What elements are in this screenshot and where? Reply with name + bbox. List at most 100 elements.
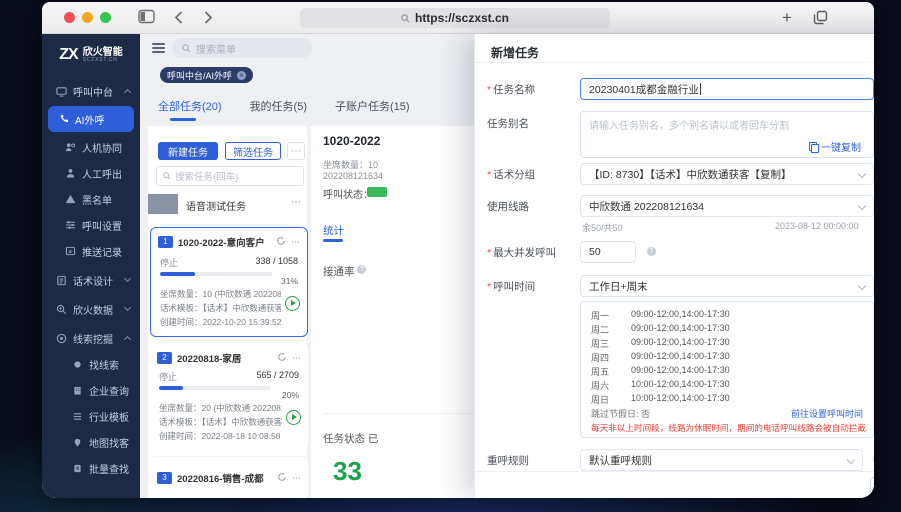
script-group-select[interactable]: 【ID: 8730】【话术】中欣数通获客【复制】 [580,163,874,185]
sidebar-item-label: 人工呼出 [82,169,122,181]
tab-subaccount-tasks[interactable]: 子账户任务(15) [335,98,410,114]
progress-bar [159,386,271,390]
sidebar-item-find-leads[interactable]: 找线索 [42,351,140,377]
line-value: 中欣数通 202208121634 [589,200,704,213]
task-script-line: 话术模板：【话术】中欣数通获客... [160,303,281,313]
recall-rule-select[interactable]: 默认重呼规则 [580,449,863,471]
building-icon [72,385,83,396]
traffic-light-zoom-icon[interactable] [100,12,111,23]
sidebar-group-lead-mining[interactable]: 线索挖掘 [42,325,140,351]
alias-placeholder: 请输入任务别名，多个别名请以或者回车分割 [589,121,789,132]
more-icon[interactable]: ⋯ [291,237,300,248]
script-group-value: 【ID: 8730】【话术】中欣数通获客【复制】 [589,168,792,181]
forward-icon[interactable] [204,11,213,29]
sidebar-item-ai-outbound[interactable]: AI外呼 [48,106,134,132]
refresh-icon[interactable] [277,352,287,364]
breadcrumb-tag[interactable]: 呼叫中台/AI外呼 × [160,67,254,83]
refresh-icon[interactable] [277,472,287,484]
address-bar[interactable]: https://sczxst.cn [300,8,610,28]
refresh-icon[interactable] [276,236,286,248]
task-search-input[interactable]: 搜索任务(回车) [156,166,304,186]
schedule-row: 周五 09:00-12:00,14:00-17:30 [591,365,730,377]
connect-rate-label: 接通率 ? [323,264,367,279]
info-icon[interactable]: ? [873,455,874,464]
more-icon[interactable]: ⋯ [292,473,301,484]
tab-my-tasks[interactable]: 我的任务(5) [250,98,307,114]
progress-percent: 31% [280,276,298,286]
sidebar-item-label: 行业模板 [89,412,129,424]
chevron-down-icon [857,169,867,179]
traffic-light-minimize-icon[interactable] [82,12,93,23]
detail-agents: 坐席数量：10 [323,160,379,170]
modal-header-divider [475,62,874,63]
sidebar-item-call-settings[interactable]: 呼叫设置 [42,212,140,238]
collapse-menu-icon[interactable] [152,43,165,53]
menu-search-input[interactable]: 搜索菜单 [172,38,312,58]
call-time-label: 呼叫时间 [487,279,575,294]
play-icon[interactable] [285,296,300,311]
sidebar-group-label: 呼叫中台 [73,87,113,99]
tab-statistics[interactable]: 统计 [323,223,344,238]
sidebar-item-blacklist[interactable]: 黑名单 [42,186,140,212]
info-icon[interactable]: ? [647,247,656,256]
modal-title: 新增任务 [491,46,540,60]
set-call-time-link[interactable]: 前往设置呼叫时间 [791,407,863,420]
line-expire-time: 2023-08-12 00:00:00 [775,221,859,231]
sidebar-item-industry-templates[interactable]: 行业模板 [42,403,140,429]
sidebar-item-batch-search[interactable]: 批量查找 [42,455,140,481]
chevron-down-icon [857,201,867,211]
traffic-light-close-icon[interactable] [64,12,75,23]
monitor-icon [56,86,67,97]
task-card[interactable]: 3 20220816-销售-成都 ⋯ [150,456,308,498]
more-actions-button[interactable]: ⋯ [287,142,305,160]
tab-overview-icon[interactable] [812,9,829,31]
task-title: 20220816-销售-成都 [177,474,264,485]
task-script-line: 话术模板：【话术】中欣数通获客... [159,417,282,427]
back-icon[interactable] [174,11,183,29]
sidebar-group-call-center[interactable]: 呼叫中台 [42,78,140,104]
tab-all-tasks[interactable]: 全部任务(20) [158,98,222,114]
breadcrumb-tag-label: 呼叫中台/AI外呼 [167,70,233,81]
call-time-select[interactable]: 工作日+周末 [580,275,874,297]
pinned-task-row[interactable]: 语音测试任务 ⋯ [148,194,311,218]
sidebar-item-human-machine[interactable]: 人机协同 [42,134,140,160]
new-task-button[interactable]: 新建任务 [158,142,218,160]
cancel-button[interactable]: 取消 [870,477,874,496]
task-card[interactable]: 2 20220818-家居 ⋯ 停止 565 / 2709 20% 坐席数量：2… [150,344,308,449]
sidebar-item-push-records[interactable]: 推送记录 [42,238,140,264]
line-select[interactable]: 中欣数通 202208121634 [580,195,874,217]
chevron-down-icon [123,303,132,312]
sidebar-item-map-customers[interactable]: 地图找客 [42,429,140,455]
search-icon [401,13,410,22]
sidebar-item-company-lookup[interactable]: 企业查询 [42,377,140,403]
recall-rule-label: 重呼规则 [487,455,529,467]
phone-icon [58,114,69,125]
sidebar: ZX 欣火智能 SCZXST.CN 呼叫中台 AI外呼 人机协同 人工呼出 黑名… [42,34,140,498]
sidebar-toggle-icon[interactable] [138,9,155,29]
sidebar-group-script-design[interactable]: 话术设计 [42,267,140,293]
info-icon[interactable]: ? [357,264,367,274]
more-icon[interactable]: ⋯ [291,197,301,208]
sidebar-menu: 呼叫中台 AI外呼 人机协同 人工呼出 黑名单 呼叫设置 推送记录 话术设计 欣… [42,78,140,481]
more-icon[interactable]: ⋯ [292,353,301,364]
task-status: 停止 [160,258,179,268]
stats-tab-underline [323,239,343,242]
play-icon[interactable] [286,410,301,425]
schedule-row: 周四 09:00-12:00,14:00-17:30 [591,351,730,363]
task-title: 1020-2022-意向客户 [178,238,265,249]
tag-close-icon[interactable]: × [237,70,247,80]
task-name-input[interactable]: 20230401成都金融行业 [580,78,874,100]
task-count: 565 / 2709 [256,370,299,380]
task-card[interactable]: 1 1020-2022-意向客户 ⋯ 停止 338 / 1058 31% 坐席数… [150,227,308,337]
sidebar-item-manual-call[interactable]: 人工呼出 [42,160,140,186]
filter-task-button[interactable]: 筛选任务 [225,142,281,160]
new-tab-icon[interactable]: + [782,8,792,28]
sidebar-item-label: 推送记录 [82,247,122,259]
task-status: 停止 [159,372,178,382]
max-concurrency-input[interactable]: 50 [580,241,636,263]
logo-mark: ZX [59,46,78,63]
task-tabs: 全部任务(20) 我的任务(5) 子账户任务(15) [158,98,410,114]
sidebar-group-xinhuo-data[interactable]: 欣火数据 [42,296,140,322]
text-caret [699,83,701,95]
one-click-copy-link[interactable]: 一键复制 [809,139,861,154]
